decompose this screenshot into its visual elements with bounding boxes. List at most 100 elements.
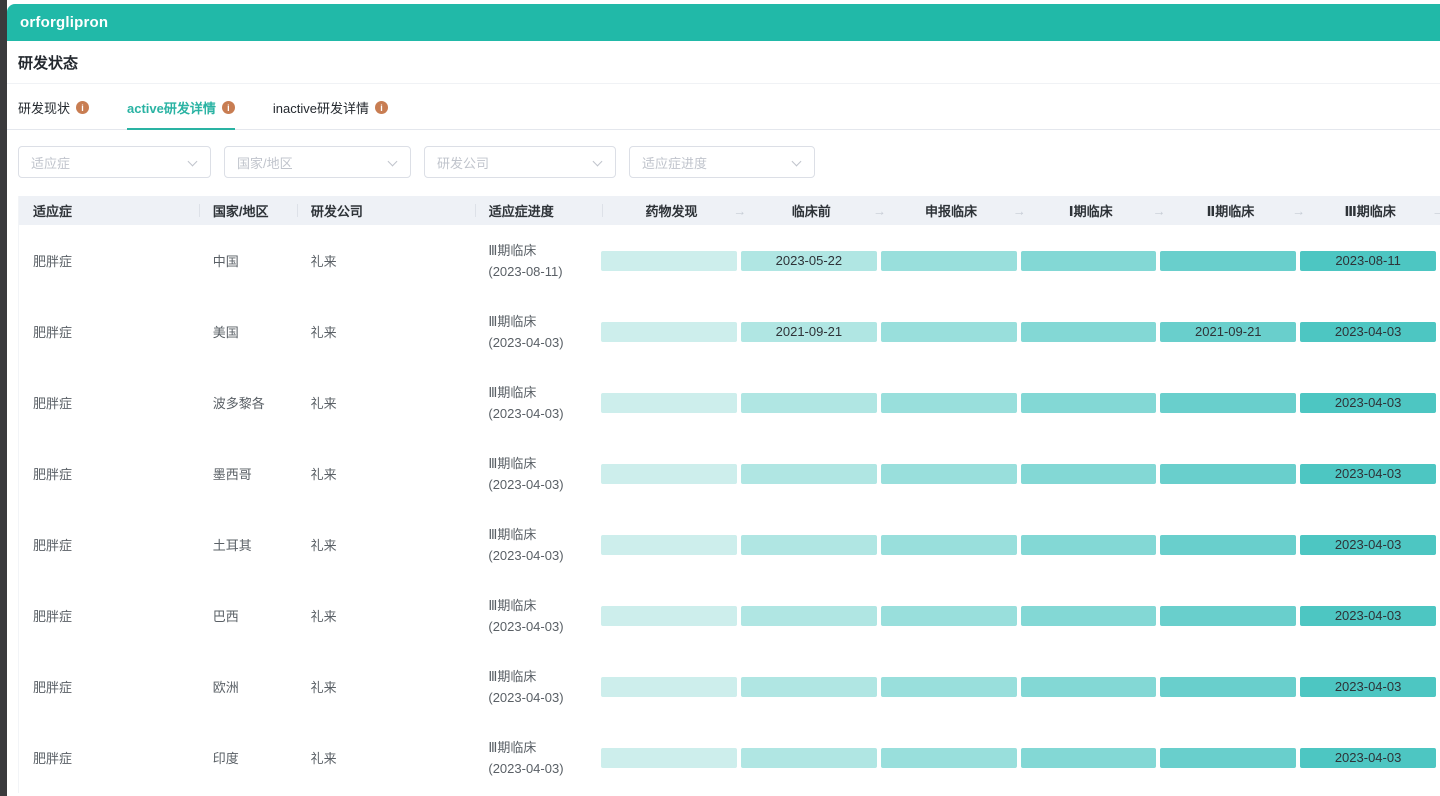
cell-region: 欧洲 [199,677,297,696]
company-filter-select[interactable]: 研发公司 [424,146,616,178]
header-indication: 适应症 [19,196,199,225]
country-filter-select[interactable]: 国家/地区 [224,146,411,178]
phase-bars: 2023-04-03 [601,464,1440,484]
phase-bar [601,322,737,342]
progress-date: (2023-04-03) [488,545,601,566]
phase-bar [1160,677,1296,697]
progress-date: (2023-04-03) [488,758,601,779]
phase-bar [601,748,737,768]
progress-date: (2023-04-03) [488,687,601,708]
phase-bar [741,606,877,626]
phase-bar: 2023-08-11 [1300,251,1436,271]
cell-region: 土耳其 [199,535,297,554]
progress-date: (2023-04-03) [488,474,601,495]
cell-region: 美国 [199,322,297,341]
section-title: 研发状态 [18,52,78,73]
phase-bar [881,677,1017,697]
progress-phase: Ⅲ期临床 [488,524,601,545]
phase-bar [601,251,737,271]
background-window-edge [0,0,7,796]
phase-bar [601,464,737,484]
header-phase-2: Ⅱ期临床 → [1161,196,1301,225]
progress-phase: Ⅲ期临床 [488,453,601,474]
indication-filter-select[interactable]: 适应症 [18,146,211,178]
select-placeholder: 适应症进度 [642,153,707,172]
cell-progress: Ⅲ期临床 (2023-04-03) [474,666,601,708]
chevron-down-icon [188,157,198,167]
progress-phase: Ⅲ期临床 [488,311,601,332]
phase-bar [741,677,877,697]
cell-company: 礼来 [297,322,475,341]
phase-bar: 2023-04-03 [1300,677,1436,697]
phase-bar [881,748,1017,768]
table-row: 肥胖症 印度 礼来 Ⅲ期临床 (2023-04-03) 2023-04-03 [19,722,1440,793]
cell-indication: 肥胖症 [19,606,199,625]
header-phase-1: Ⅰ期临床 → [1021,196,1161,225]
phase-bar [881,322,1017,342]
info-icon[interactable] [222,101,235,114]
phase-bar [1021,748,1157,768]
phase-bars: 2021-09-212021-09-212023-04-03 [601,322,1440,342]
phase-bar: 2023-04-03 [1300,535,1436,555]
cell-company: 礼来 [297,251,475,270]
cell-indication: 肥胖症 [19,535,199,554]
table-header: 适应症 国家/地区 研发公司 适应症进度 药物发现 → 临床前 → 申报临床 →… [19,196,1440,225]
phase-bars: 2023-04-03 [601,677,1440,697]
tab-label: inactive研发详情 [273,98,369,117]
cell-progress: Ⅲ期临床 (2023-04-03) [474,737,601,779]
phase-bars: 2023-04-03 [601,535,1440,555]
cell-region: 印度 [199,748,297,767]
info-icon[interactable] [76,101,89,114]
section-header: 研发状态 [7,41,1440,84]
chevron-down-icon [593,157,603,167]
phase-bar [1160,748,1296,768]
progress-date: (2023-04-03) [488,616,601,637]
header-phase-ind: 申报临床 → [881,196,1021,225]
tab-rd-overview[interactable]: 研发现状 [18,98,89,129]
phase-bar [1021,677,1157,697]
table-row: 肥胖症 中国 礼来 Ⅲ期临床 (2023-08-11) 2023-05-2220… [19,225,1440,296]
select-placeholder: 适应症 [31,153,70,172]
header-phase-preclinical: 临床前 → [741,196,881,225]
phase-bar [601,677,737,697]
phase-bar [1021,322,1157,342]
cell-progress: Ⅲ期临床 (2023-04-03) [474,453,601,495]
info-icon[interactable] [375,101,388,114]
phase-bar: 2021-09-21 [741,322,877,342]
tab-active-rd-detail[interactable]: active研发详情 [127,98,235,129]
progress-date: (2023-04-03) [488,332,601,353]
chevron-down-icon [792,157,802,167]
arrow-right-icon: → [1432,203,1440,218]
header-phase-3: Ⅲ期临床 → [1300,196,1440,225]
cell-indication: 肥胖症 [19,464,199,483]
progress-filter-select[interactable]: 适应症进度 [629,146,815,178]
cell-company: 礼来 [297,677,475,696]
phase-bars: 2023-04-03 [601,393,1440,413]
table-row: 肥胖症 巴西 礼来 Ⅲ期临床 (2023-04-03) 2023-04-03 [19,580,1440,651]
phase-bar [1021,393,1157,413]
cell-company: 礼来 [297,393,475,412]
phase-bar: 2023-04-03 [1300,464,1436,484]
header-company: 研发公司 [297,196,475,225]
cell-indication: 肥胖症 [19,677,199,696]
cell-progress: Ⅲ期临床 (2023-04-03) [474,524,601,566]
phase-bar [1021,606,1157,626]
phase-bar [881,606,1017,626]
cell-indication: 肥胖症 [19,393,199,412]
cell-progress: Ⅲ期临床 (2023-04-03) [474,382,601,424]
progress-phase: Ⅲ期临床 [488,240,601,261]
phase-bar [1021,251,1157,271]
cell-region: 墨西哥 [199,464,297,483]
tab-inactive-rd-detail[interactable]: inactive研发详情 [273,98,388,129]
drug-detail-panel: orforglipron 研发状态 研发现状 active研发详情 inacti… [7,4,1440,793]
cell-region: 中国 [199,251,297,270]
phase-bar [881,393,1017,413]
progress-phase: Ⅲ期临床 [488,595,601,616]
cell-indication: 肥胖症 [19,251,199,270]
phase-bar [601,535,737,555]
cell-indication: 肥胖症 [19,322,199,341]
phase-bar [1160,464,1296,484]
phase-bar [881,535,1017,555]
rd-detail-table: 适应症 国家/地区 研发公司 适应症进度 药物发现 → 临床前 → 申报临床 →… [18,196,1440,793]
phase-bar [1021,464,1157,484]
